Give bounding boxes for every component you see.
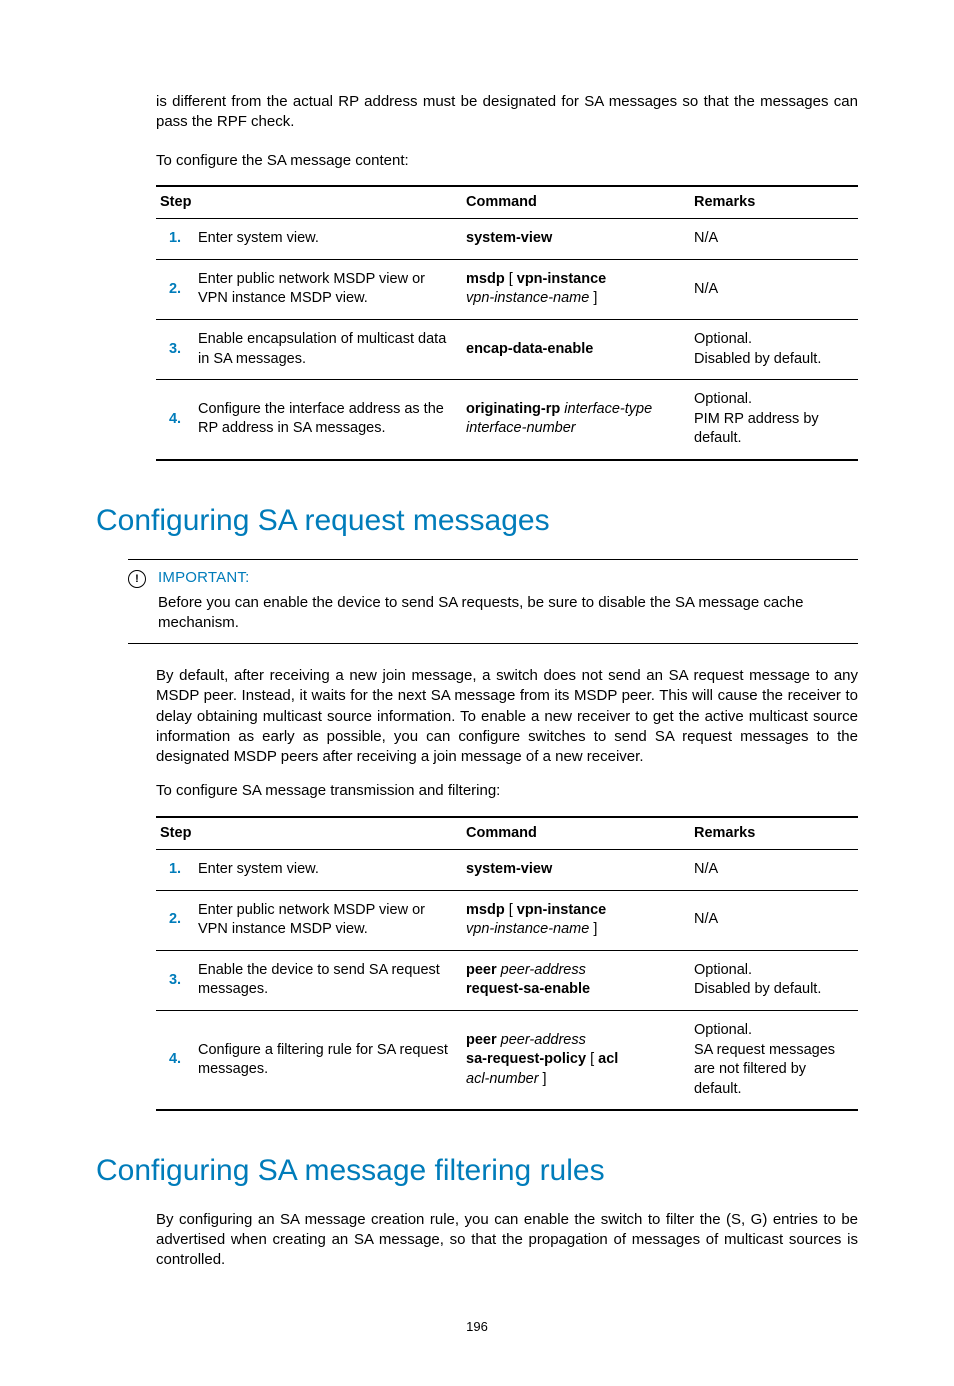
step-remarks: N/A	[690, 890, 858, 950]
step-num: 2.	[156, 890, 194, 950]
step-remarks: Optional.Disabled by default.	[690, 320, 858, 380]
config-table-2: Step Command Remarks 1. Enter system vie…	[156, 816, 858, 1112]
th-step: Step	[156, 186, 462, 219]
remark: Optional.	[694, 961, 854, 981]
cmd-ital: vpn-instance-name	[466, 290, 589, 306]
step-num: 4.	[156, 1010, 194, 1110]
table-row: 3. Enable the device to send SA request …	[156, 950, 858, 1010]
intro-para-1: is different from the actual RP address …	[96, 92, 858, 133]
step-cmd: system-view	[462, 850, 690, 891]
section1-para-2: To configure SA message transmission and…	[96, 781, 858, 801]
step-num: 3.	[156, 320, 194, 380]
step-desc: Enter public network MSDP view or VPN in…	[194, 259, 462, 319]
remark: Optional.	[694, 1021, 854, 1041]
th-command: Command	[462, 186, 690, 219]
cmd-bold: system-view	[466, 230, 552, 246]
step-remarks: Optional.PIM RP address by default.	[690, 380, 858, 460]
cmd-bold: msdp	[466, 271, 505, 287]
step-desc: Enter system view.	[194, 219, 462, 260]
section1-para-1: By default, after receiving a new join m…	[96, 666, 858, 767]
important-label: IMPORTANT:	[158, 568, 249, 588]
cmd-bold: encap-data-enable	[466, 341, 593, 357]
step-desc: Enter public network MSDP view or VPN in…	[194, 890, 462, 950]
remark: SA request messages are not filtered by …	[694, 1041, 854, 1100]
section-title-2: Configuring SA message filtering rules	[96, 1151, 858, 1192]
cmd-bold: vpn-instance	[517, 271, 606, 287]
step-cmd: originating-rp interface-type interface-…	[462, 380, 690, 460]
step-num: 3.	[156, 950, 194, 1010]
table-row: 1. Enter system view. system-view N/A	[156, 219, 858, 260]
step-desc: Enter system view.	[194, 850, 462, 891]
table-row: 2. Enter public network MSDP view or VPN…	[156, 890, 858, 950]
remark: PIM RP address by default.	[694, 410, 854, 449]
step-cmd: encap-data-enable	[462, 320, 690, 380]
step-desc: Enable the device to send SA request mes…	[194, 950, 462, 1010]
remark: Optional.	[694, 330, 854, 350]
step-remarks: Optional.SA request messages are not fil…	[690, 1010, 858, 1110]
table-row: 2. Enter public network MSDP view or VPN…	[156, 259, 858, 319]
step-desc: Configure a filtering rule for SA reques…	[194, 1010, 462, 1110]
table-row: 1. Enter system view. system-view N/A	[156, 850, 858, 891]
step-cmd: peer peer-addresssa-request-policy [ acl…	[462, 1010, 690, 1110]
remark: Disabled by default.	[694, 350, 854, 370]
step-remarks: N/A	[690, 850, 858, 891]
remark: Optional.	[694, 390, 854, 410]
step-num: 2.	[156, 259, 194, 319]
step-cmd: peer peer-addressrequest-sa-enable	[462, 950, 690, 1010]
remark: Disabled by default.	[694, 980, 854, 1000]
cmd-txt: [	[505, 271, 517, 287]
section2-para-1: By configuring an SA message creation ru…	[96, 1210, 858, 1271]
config-table-1: Step Command Remarks 1. Enter system vie…	[156, 185, 858, 461]
remark: N/A	[694, 229, 854, 249]
cmd-bold: originating-rp	[466, 401, 560, 417]
remark: N/A	[694, 860, 854, 880]
page-number: 196	[96, 1318, 858, 1336]
important-body: Before you can enable the device to send…	[128, 593, 858, 634]
table-row: 4. Configure the interface address as th…	[156, 380, 858, 460]
th-remarks: Remarks	[690, 186, 858, 219]
section-title-1: Configuring SA request messages	[96, 501, 858, 542]
step-cmd: msdp [ vpn-instancevpn-instance-name ]	[462, 890, 690, 950]
step-cmd: msdp [ vpn-instance vpn-instance-name ]	[462, 259, 690, 319]
cmd-txt: ]	[589, 290, 597, 306]
table-row: 3. Enable encapsulation of multicast dat…	[156, 320, 858, 380]
step-desc: Configure the interface address as the R…	[194, 380, 462, 460]
th-step: Step	[156, 817, 462, 850]
th-command: Command	[462, 817, 690, 850]
step-num: 4.	[156, 380, 194, 460]
step-num: 1.	[156, 219, 194, 260]
intro-para-2: To configure the SA message content:	[96, 151, 858, 171]
step-remarks: Optional.Disabled by default.	[690, 950, 858, 1010]
th-remarks: Remarks	[690, 817, 858, 850]
step-remarks: N/A	[690, 219, 858, 260]
step-desc: Enable encapsulation of multicast data i…	[194, 320, 462, 380]
step-remarks: N/A	[690, 259, 858, 319]
remark: N/A	[694, 280, 854, 300]
step-num: 1.	[156, 850, 194, 891]
table-row: 4. Configure a filtering rule for SA req…	[156, 1010, 858, 1110]
step-cmd: system-view	[462, 219, 690, 260]
important-callout: ! IMPORTANT: Before you can enable the d…	[128, 559, 858, 644]
remark: N/A	[694, 910, 854, 930]
important-icon: !	[128, 570, 146, 588]
